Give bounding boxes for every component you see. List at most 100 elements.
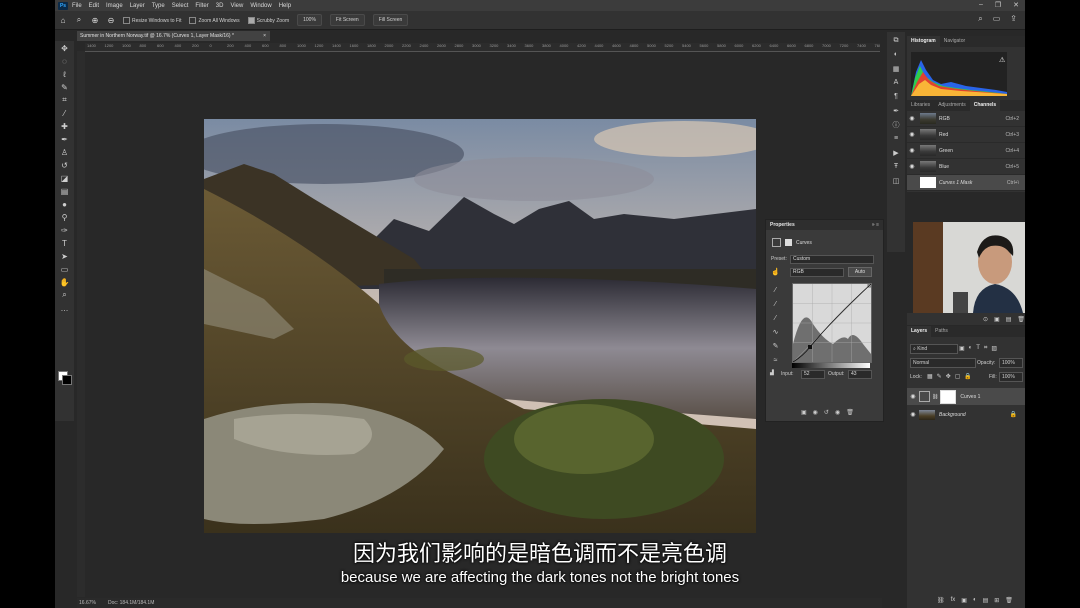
actions-icon[interactable]: ▶ — [891, 147, 902, 158]
fill-screen-button[interactable]: Fill Screen — [372, 14, 409, 26]
gradient-tool-icon[interactable]: ▤ — [59, 185, 71, 197]
trash-icon[interactable]: 🗑 — [1017, 316, 1025, 323]
link-icon[interactable]: ⊙ — [983, 316, 988, 323]
tool-presets-icon[interactable]: ◫ — [891, 175, 902, 186]
menu-help[interactable]: Help — [279, 3, 291, 9]
eye-icon[interactable]: ◉ — [907, 115, 917, 122]
lock-position-icon[interactable]: ✥ — [946, 373, 951, 380]
menu-edit[interactable]: Edit — [89, 3, 99, 9]
lock-transparent-icon[interactable]: ▦ — [927, 373, 933, 380]
dodge-tool-icon[interactable]: ⚲ — [59, 211, 71, 223]
quick-select-tool-icon[interactable]: ✎ — [59, 81, 71, 93]
on-image-adjust-icon[interactable]: ☝ — [771, 268, 780, 277]
eye-icon[interactable]: ◉ — [907, 393, 919, 400]
lock-all-icon[interactable]: 🔒 — [964, 373, 971, 380]
preset-dropdown[interactable]: Custom — [790, 255, 874, 264]
tab-channels[interactable]: Channels — [969, 100, 1001, 111]
move-tool-icon[interactable]: ✥ — [59, 42, 71, 54]
link-layers-icon[interactable]: ⛓ — [937, 597, 945, 604]
eraser-tool-icon[interactable]: ◪ — [59, 172, 71, 184]
output-field[interactable]: 43 — [848, 370, 872, 379]
color-icon[interactable]: ◐ — [891, 49, 902, 60]
swatches-icon[interactable]: ▦ — [891, 63, 902, 74]
add-mask-icon[interactable]: ▣ — [961, 597, 967, 604]
tab-navigator[interactable]: Navigator — [940, 36, 969, 47]
histogram-options-icon[interactable]: ▟ — [770, 370, 774, 376]
channel-row[interactable]: ◉ Green Ctrl+4 — [907, 143, 1025, 159]
zoom-level[interactable]: 16.67% — [79, 600, 96, 606]
new-layer-icon[interactable]: ⊞ — [994, 597, 999, 604]
fill-field[interactable]: 100% — [999, 372, 1023, 382]
gray-point-eyedropper-icon[interactable]: ⁄ — [771, 300, 780, 309]
filter-type-icon[interactable]: T — [976, 345, 980, 352]
share-icon[interactable]: ⇪ — [1010, 14, 1017, 24]
filter-adjustment-icon[interactable]: ◐ — [969, 345, 973, 352]
filter-shape-icon[interactable]: ⌗ — [984, 345, 987, 352]
document-canvas[interactable] — [85, 52, 880, 597]
menu-layer[interactable]: Layer — [130, 3, 145, 9]
pencil-curve-icon[interactable]: ✎ — [771, 342, 780, 351]
channel-row-mask[interactable]: Curves 1 Mask Ctrl+\ — [907, 175, 1025, 191]
smooth-curve-icon[interactable]: ≈ — [771, 356, 780, 365]
curve-point-tool-icon[interactable]: ∿ — [771, 328, 780, 337]
blend-mode-dropdown[interactable]: Normal — [910, 358, 976, 368]
zoom-out-icon[interactable]: ⊖ — [106, 15, 116, 25]
zoom-tool-icon[interactable]: ⌕ — [74, 15, 84, 25]
channel-row[interactable]: ◉ Red Ctrl+3 — [907, 127, 1025, 143]
clip-to-layer-icon[interactable]: ▣ — [801, 409, 807, 416]
brush-tool-icon[interactable]: ✒ — [59, 133, 71, 145]
mask-icon[interactable] — [785, 239, 792, 246]
lock-artboard-icon[interactable]: ▢ — [955, 373, 961, 380]
new-icon[interactable]: ▣ — [994, 316, 1000, 323]
brush-settings-icon[interactable]: ✒ — [891, 105, 902, 116]
cached-data-warning-icon[interactable]: ⚠ — [999, 56, 1005, 64]
paragraph-icon[interactable]: ¶ — [891, 91, 902, 102]
more-tools-icon[interactable]: … — [59, 302, 71, 314]
glyphs-icon[interactable]: Ŧ — [891, 161, 902, 172]
properties-icon[interactable]: ≡ — [891, 133, 902, 144]
new-group-icon[interactable]: ▤ — [983, 597, 989, 604]
menu-image[interactable]: Image — [106, 3, 123, 9]
eye-icon[interactable]: ◉ — [907, 147, 917, 154]
close-tab-icon[interactable]: × — [263, 33, 266, 39]
chain-link-icon[interactable]: ⛓ — [932, 394, 938, 400]
blur-tool-icon[interactable]: ● — [59, 198, 71, 210]
info-icon[interactable]: ⓘ — [891, 119, 902, 130]
document-tab[interactable]: Summer in Northern Norway.tif @ 16.7% (C… — [77, 31, 270, 41]
fx-icon[interactable]: fx — [951, 597, 956, 604]
new-adjustment-icon[interactable]: ◐ — [973, 597, 977, 604]
lock-image-icon[interactable]: ✎ — [937, 373, 942, 380]
layer-row-curves[interactable]: ◉ ⛓ Curves 1 — [907, 388, 1025, 405]
channel-row[interactable]: ◉ Blue Ctrl+5 — [907, 159, 1025, 175]
zoom-100-button[interactable]: 100% — [297, 14, 322, 26]
white-point-eyedropper-icon[interactable]: ⁄ — [771, 314, 780, 323]
auto-button[interactable]: Auto — [848, 267, 872, 277]
type-tool-icon[interactable]: T — [59, 237, 71, 249]
input-field[interactable]: 52 — [801, 370, 825, 379]
search-icon[interactable]: ⌕ — [978, 14, 982, 24]
healing-tool-icon[interactable]: ✚ — [59, 120, 71, 132]
delete-icon[interactable]: 🗑 — [846, 409, 854, 416]
character-icon[interactable]: A — [891, 77, 902, 88]
fit-screen-button[interactable]: Fit Screen — [329, 14, 365, 26]
tab-libraries[interactable]: Libraries — [907, 100, 934, 111]
filter-pixel-icon[interactable]: ▣ — [959, 345, 965, 352]
home-icon[interactable]: ⌂ — [58, 15, 68, 25]
folder-icon[interactable]: ▤ — [1006, 316, 1012, 323]
marquee-tool-icon[interactable]: ◌ — [59, 55, 71, 67]
tab-histogram[interactable]: Histogram — [907, 36, 940, 47]
tab-layers[interactable]: Layers — [907, 326, 932, 337]
lasso-tool-icon[interactable]: ℓ — [59, 68, 71, 80]
visibility-icon[interactable]: ◉ — [835, 409, 840, 416]
panel-collapse-icon[interactable]: » ≡ — [872, 222, 879, 228]
pen-tool-icon[interactable]: ✑ — [59, 224, 71, 236]
tab-adjustments[interactable]: Adjustments — [934, 100, 970, 111]
background-color-swatch[interactable] — [62, 375, 72, 385]
tab-paths[interactable]: Paths — [931, 326, 952, 337]
curves-graph[interactable] — [792, 283, 872, 363]
filter-kind-dropdown[interactable]: ⌕ Kind — [910, 344, 958, 354]
channel-row[interactable]: ◉ RGB Ctrl+2 — [907, 111, 1025, 127]
restore-icon[interactable]: ❐ — [995, 1, 1001, 9]
path-select-tool-icon[interactable]: ➤ — [59, 250, 71, 262]
menu-file[interactable]: File — [72, 3, 82, 9]
